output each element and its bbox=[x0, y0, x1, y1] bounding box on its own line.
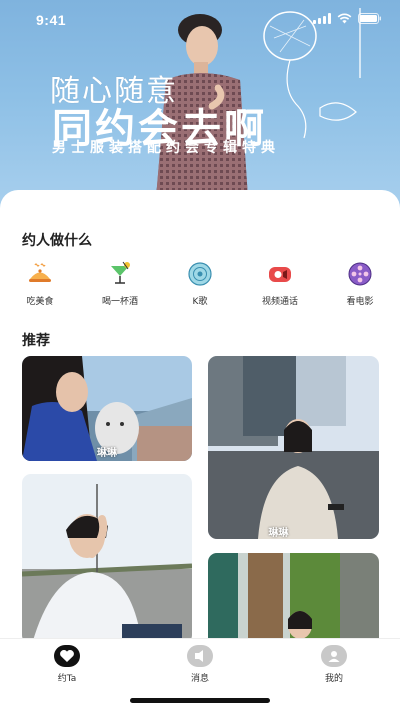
recommend-card[interactable] bbox=[22, 474, 192, 644]
tab-date[interactable]: 约Ta bbox=[37, 645, 97, 684]
home-indicator[interactable] bbox=[130, 698, 270, 703]
category-label: 喝一杯酒 bbox=[101, 297, 138, 307]
category-movie[interactable]: 看电影 bbox=[320, 260, 400, 307]
activity-categories: 吃美食 喝一杯酒 K歌 视频通话 看电影 bbox=[0, 260, 400, 307]
hero-banner[interactable]: 9:41 随心随意 同约会去啊 男士服装搭配约会专辑特典 bbox=[0, 0, 400, 215]
recommend-section-title: 推荐 bbox=[22, 333, 50, 349]
profile-icon bbox=[321, 645, 347, 667]
category-label: 吃美食 bbox=[26, 297, 54, 307]
dish-cloche-icon bbox=[26, 260, 54, 288]
message-icon bbox=[187, 645, 213, 667]
hero-subtitle: 男士服装搭配约会专辑特典 bbox=[52, 140, 280, 156]
category-video-call[interactable]: 视频通话 bbox=[240, 260, 320, 307]
activities-section-title: 约人做什么 bbox=[22, 233, 92, 249]
recommend-card[interactable]: 琳琳 bbox=[208, 356, 379, 539]
category-label: 看电影 bbox=[346, 297, 374, 307]
card-photo bbox=[22, 474, 192, 644]
card-name: 琳琳 bbox=[97, 448, 117, 459]
heart-icon bbox=[54, 645, 80, 667]
category-food[interactable]: 吃美食 bbox=[0, 260, 80, 307]
vinyl-disc-icon bbox=[186, 260, 214, 288]
card-photo bbox=[208, 553, 379, 650]
tab-label: 约Ta bbox=[57, 674, 77, 684]
recommend-card[interactable]: 琳琳 bbox=[22, 356, 192, 461]
tab-messages[interactable]: 消息 bbox=[170, 645, 230, 684]
category-karaoke[interactable]: K歌 bbox=[160, 260, 240, 307]
category-label: 视频通话 bbox=[261, 297, 298, 307]
status-time: 9:41 bbox=[36, 12, 67, 28]
film-reel-icon bbox=[346, 260, 374, 288]
category-drink[interactable]: 喝一杯酒 bbox=[80, 260, 160, 307]
card-name: 琳琳 bbox=[268, 528, 289, 539]
video-camera-icon bbox=[266, 260, 294, 288]
cocktail-icon bbox=[106, 260, 134, 288]
tab-label: 消息 bbox=[190, 674, 209, 684]
content-sheet: 约人做什么 吃美食 喝一杯酒 K歌 视频通话 看电影 推荐 琳琳 琳琳 bbox=[0, 190, 400, 650]
card-photo bbox=[208, 356, 379, 539]
category-label: K歌 bbox=[192, 297, 208, 307]
tab-label: 我的 bbox=[324, 674, 343, 684]
tab-profile[interactable]: 我的 bbox=[304, 645, 364, 684]
recommend-card[interactable] bbox=[208, 553, 379, 650]
balloon-doodle-icon bbox=[263, 8, 361, 139]
